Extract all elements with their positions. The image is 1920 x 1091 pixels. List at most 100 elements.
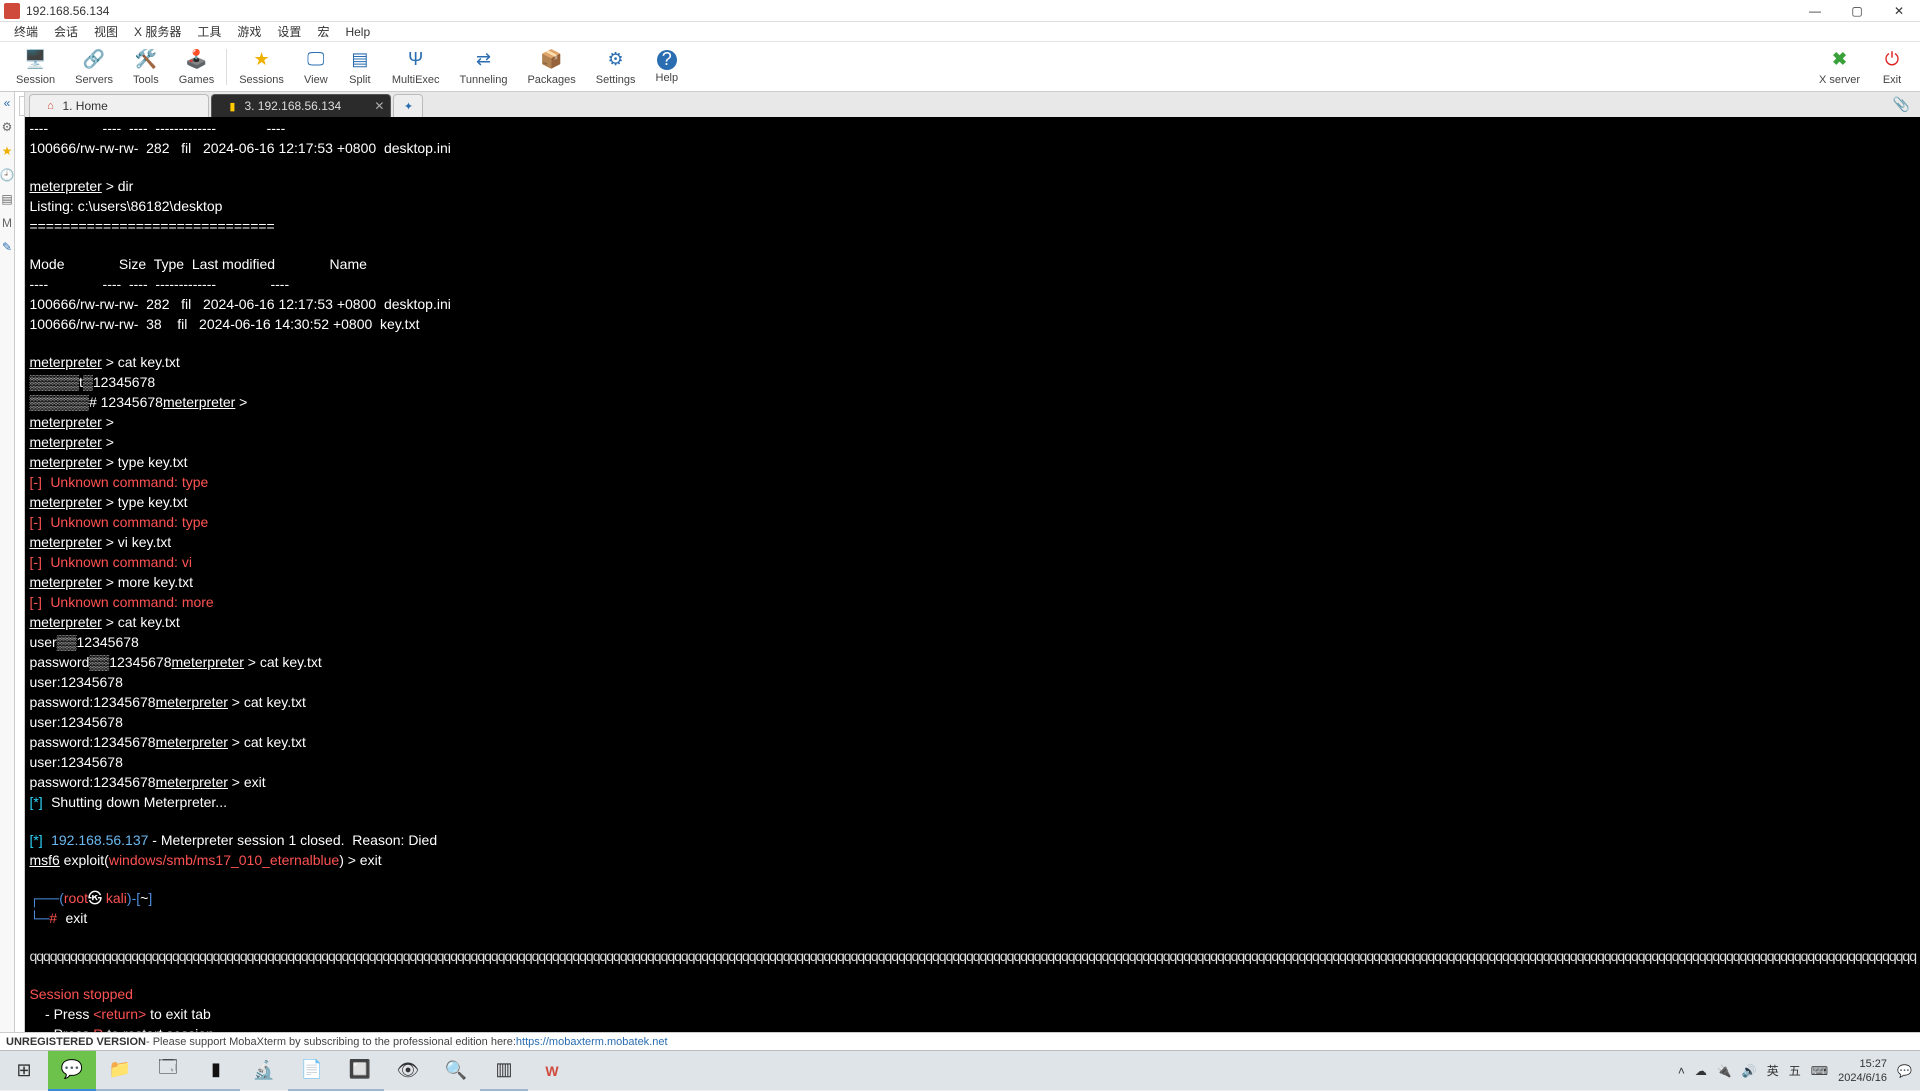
favorites-icon[interactable]: ★ (0, 144, 14, 158)
home-icon: ⌂ (44, 100, 56, 112)
tab-active[interactable]: ▮ 3. 192.168.56.134 ✕ (211, 94, 391, 117)
side-tab-strip: « ⚙ ★ 🕘 ▤ M ✎ (0, 92, 15, 1032)
tool-xserver[interactable]: ✖X server (1809, 46, 1870, 88)
terminal[interactable]: ---- ---- ---- ------------- ---- 100666… (25, 117, 1920, 1032)
tray-power-icon[interactable]: 🔌 (1717, 1064, 1732, 1078)
tool-sessions[interactable]: ★Sessions (229, 46, 294, 88)
star-icon: ★ (250, 48, 274, 72)
menu-tools[interactable]: 工具 (189, 21, 229, 42)
clock-icon[interactable]: 🕘 (0, 168, 14, 182)
task-terminal[interactable]: ▮ (192, 1051, 240, 1091)
tab-home[interactable]: ⌂ 1. Home (29, 94, 209, 117)
tool-session[interactable]: 🖥️Session (6, 46, 65, 88)
task-explorer[interactable]: 📁 (96, 1051, 144, 1091)
task-wechat[interactable]: 💬 (48, 1051, 96, 1091)
windows-taskbar: ⊞ 💬 📁 🗔 ▮ 🔬 📄 🔲 👁 🔍 ▥ W ˄ ☁ 🔌 🔊 英 五 ⌨ 15… (0, 1050, 1920, 1090)
sidebar: User sessions 192.168.201.104 192.168.20… (15, 92, 25, 1032)
terminal-tab-icon: ▮ (226, 100, 238, 112)
start-button[interactable]: ⊞ (0, 1051, 48, 1091)
brush-icon[interactable]: ✎ (0, 240, 14, 254)
menubar: 终端 会话 视图 X 服务器 工具 游戏 设置 宏 Help (0, 22, 1920, 42)
session-item[interactable]: 192.168.201.104 (15, 154, 25, 172)
tree-root[interactable]: User sessions (15, 122, 25, 154)
servers-icon: 🔗 (82, 48, 106, 72)
task-wps[interactable]: W (528, 1051, 576, 1091)
menu-terminal[interactable]: 终端 (6, 21, 46, 42)
task-nmap[interactable]: 👁 (384, 1051, 432, 1091)
tool-help[interactable]: ?Help (646, 48, 689, 86)
menu-sessions[interactable]: 会话 (46, 21, 86, 42)
system-tray: ˄ ☁ 🔌 🔊 英 五 ⌨ 15:27 2024/6/16 💬 (1670, 1057, 1920, 1085)
window-title: 192.168.56.134 (26, 4, 109, 18)
games-icon: 🕹️ (184, 48, 208, 72)
tool-exit[interactable]: ⏻Exit (1870, 46, 1914, 88)
tunneling-icon: ⇄ (471, 48, 495, 72)
tool-packages[interactable]: 📦Packages (517, 46, 585, 88)
tray-keyboard-icon[interactable]: ⌨ (1811, 1064, 1828, 1078)
packages-icon: 📦 (540, 48, 564, 72)
help-icon: ? (657, 50, 677, 70)
session-item[interactable]: 192.168.201.106 (15, 190, 25, 208)
tab-new[interactable]: ✦ (393, 94, 423, 117)
tool-view[interactable]: 🖵View (294, 46, 338, 88)
paperclip-icon[interactable]: 📎 (1893, 96, 1910, 117)
tool-servers[interactable]: 🔗Servers (65, 46, 123, 88)
session-item[interactable]: COM5 (USB Serial Port (COM5)) (15, 386, 25, 460)
macro-icon[interactable]: M (0, 216, 14, 230)
tool-split[interactable]: ▤Split (338, 46, 382, 88)
task-mobaxterm[interactable]: ▥ (480, 1051, 528, 1091)
upgrade-link[interactable]: https://mobaxterm.mobatek.net (516, 1036, 668, 1048)
menu-settings[interactable]: 设置 (269, 21, 309, 42)
view-icon: 🖵 (304, 48, 328, 72)
task-notepad[interactable]: 📄 (288, 1051, 336, 1091)
list-icon[interactable]: ▤ (0, 192, 14, 206)
task-app1[interactable]: 🗔 (144, 1051, 192, 1091)
session-item[interactable]: 192.168.201.107 (15, 208, 25, 226)
tray-ime2[interactable]: 五 (1789, 1062, 1801, 1079)
session-item[interactable]: 192.168.201.105 (15, 172, 25, 190)
session-item[interactable]: COM3 (USB Serial Port (COM3)) (15, 312, 25, 386)
tray-chevron-icon[interactable]: ˄ (1678, 1064, 1685, 1078)
session-item[interactable]: 192.168.56.135 (15, 244, 25, 262)
tab-close-icon[interactable]: ✕ (374, 99, 384, 113)
minimize-button[interactable]: — (1798, 0, 1832, 22)
gear-icon: ⚙ (604, 48, 628, 72)
tool-tools[interactable]: 🛠️Tools (123, 46, 169, 88)
tray-notifications-icon[interactable]: 💬 (1897, 1064, 1912, 1078)
menu-games[interactable]: 游戏 (229, 21, 269, 42)
maximize-button[interactable]: ▢ (1840, 0, 1874, 22)
tool-settings[interactable]: ⚙Settings (586, 46, 646, 88)
plus-icon: ✦ (404, 100, 413, 112)
tool-games[interactable]: 🕹️Games (169, 46, 224, 88)
session-icon: 🖥️ (24, 48, 48, 72)
statusbar: UNREGISTERED VERSION - Please support Mo… (0, 1032, 1920, 1050)
tool-multiexec[interactable]: ΨMultiExec (382, 46, 450, 88)
menu-xserver[interactable]: X 服务器 (126, 21, 189, 42)
unregistered-label: UNREGISTERED VERSION (6, 1036, 146, 1048)
session-item[interactable]: 39.98.179.29 (15, 262, 25, 280)
menu-help[interactable]: Help (337, 23, 378, 41)
close-button[interactable]: ✕ (1882, 0, 1916, 22)
tools-icon: 🛠️ (134, 48, 158, 72)
toolbar: 🖥️Session 🔗Servers 🛠️Tools 🕹️Games ★Sess… (0, 42, 1920, 92)
session-item[interactable]: 43.143.167.74 (root) (15, 280, 25, 312)
tab-row: ⌂ 1. Home ▮ 3. 192.168.56.134 ✕ ✦ 📎 (25, 92, 1920, 117)
menu-view[interactable]: 视图 (86, 21, 126, 42)
globe-icon[interactable]: ⚙ (0, 120, 14, 134)
tool-tunneling[interactable]: ⇄Tunneling (450, 46, 518, 88)
task-vm[interactable]: 🔲 (336, 1051, 384, 1091)
power-icon: ⏻ (1880, 48, 1904, 72)
xserver-icon: ✖ (1828, 48, 1852, 72)
tray-ime1[interactable]: 英 (1767, 1062, 1779, 1079)
tray-cloud-icon[interactable]: ☁ (1695, 1064, 1707, 1078)
app-icon (4, 3, 20, 19)
task-everything[interactable]: 🔍 (432, 1051, 480, 1091)
tray-clock[interactable]: 15:27 2024/6/16 (1838, 1057, 1887, 1085)
collapse-icon[interactable]: « (0, 96, 14, 110)
tray-volume-icon[interactable]: 🔊 (1742, 1064, 1757, 1078)
task-wireshark[interactable]: 🔬 (240, 1051, 288, 1091)
session-item[interactable]: 192.168.56.134 (15, 226, 25, 244)
toolbar-separator (226, 49, 227, 85)
multiexec-icon: Ψ (404, 48, 428, 72)
menu-macros[interactable]: 宏 (309, 21, 337, 42)
